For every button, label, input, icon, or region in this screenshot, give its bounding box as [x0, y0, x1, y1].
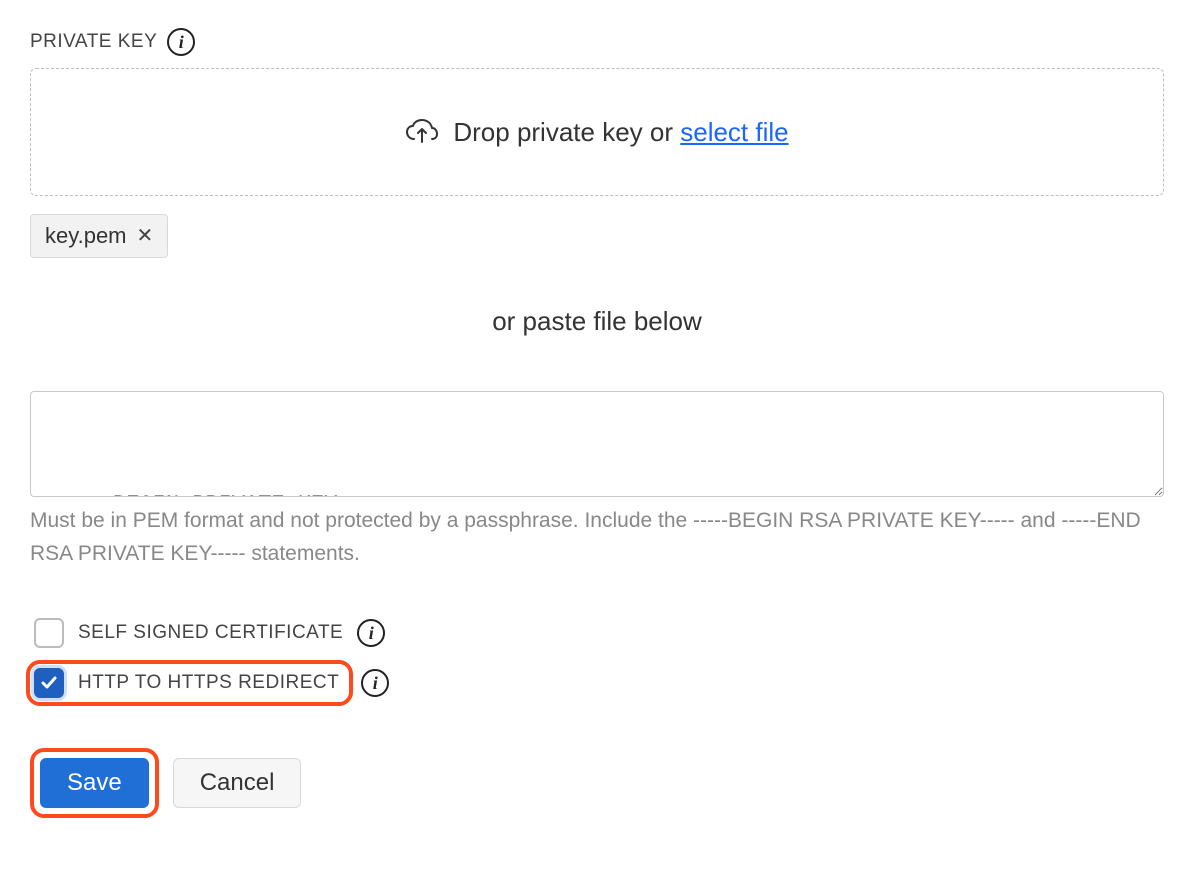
- pem-line-1: -----BEGIN PRIVATE KEY-----: [47, 485, 1147, 497]
- ssl-config-form: PRIVATE KEY i Drop private key or select…: [0, 0, 1194, 858]
- file-chip-name: key.pem: [45, 223, 127, 249]
- self-signed-row: SELF SIGNED CERTIFICATE i: [30, 612, 1164, 654]
- button-row: Save Cancel: [30, 748, 1164, 818]
- save-button[interactable]: Save: [40, 758, 149, 808]
- info-icon[interactable]: i: [361, 669, 389, 697]
- cancel-button[interactable]: Cancel: [173, 758, 302, 808]
- self-signed-checkbox[interactable]: [34, 618, 64, 648]
- https-redirect-wrap: HTTP TO HTTPS REDIRECT i: [30, 660, 1164, 706]
- remove-file-icon[interactable]: ✕: [137, 226, 154, 246]
- select-file-link[interactable]: select file: [680, 117, 788, 147]
- info-icon[interactable]: i: [167, 28, 195, 56]
- save-highlight: Save: [30, 748, 159, 818]
- private-key-label: PRIVATE KEY: [30, 31, 157, 53]
- or-paste-label: or paste file below: [30, 306, 1164, 337]
- https-redirect-row: HTTP TO HTTPS REDIRECT: [26, 660, 353, 706]
- private-key-dropzone[interactable]: Drop private key or select file: [30, 68, 1164, 196]
- private-key-helper: Must be in PEM format and not protected …: [30, 505, 1164, 570]
- checkbox-group: SELF SIGNED CERTIFICATE i HTTP TO HTTPS …: [30, 612, 1164, 706]
- info-icon[interactable]: i: [357, 619, 385, 647]
- private-key-label-row: PRIVATE KEY i: [30, 28, 1164, 56]
- https-redirect-label: HTTP TO HTTPS REDIRECT: [78, 672, 339, 694]
- https-redirect-checkbox[interactable]: [34, 668, 64, 698]
- private-key-textarea[interactable]: -----BEGIN PRIVATE KEY----- M RZ: [30, 391, 1164, 497]
- dropzone-text: Drop private key or select file: [453, 117, 788, 148]
- uploaded-file-chip: key.pem ✕: [30, 214, 168, 258]
- cloud-upload-icon: [405, 118, 439, 146]
- self-signed-label: SELF SIGNED CERTIFICATE: [78, 622, 343, 644]
- dropzone-prefix: Drop private key or: [453, 117, 680, 147]
